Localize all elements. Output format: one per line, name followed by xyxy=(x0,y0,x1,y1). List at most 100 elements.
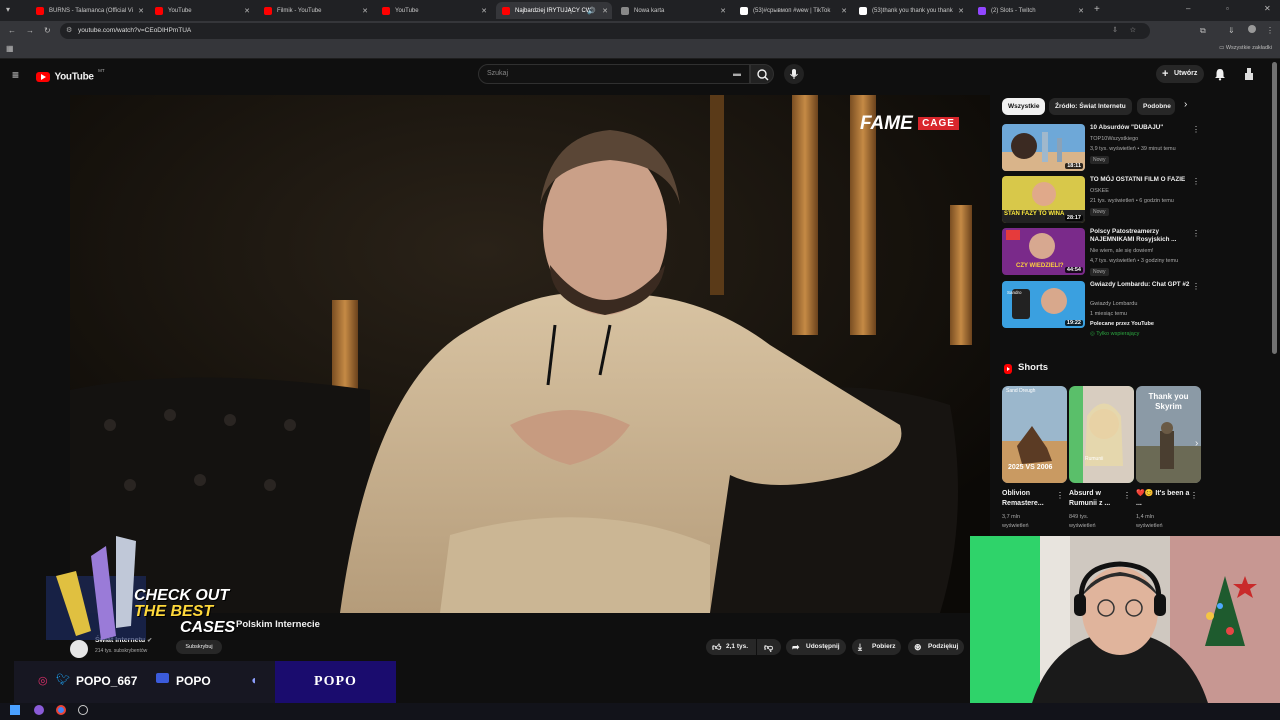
browser-tab[interactable]: Filmik - YouTube ✕ xyxy=(258,2,372,19)
search-button[interactable] xyxy=(750,64,774,84)
close-window-icon[interactable]: ✕ xyxy=(1264,4,1271,13)
short-title[interactable]: Absurd w Rumunii z ... xyxy=(1069,489,1125,509)
taskbar-app-icon[interactable] xyxy=(34,705,44,715)
page-scrollbar[interactable] xyxy=(1272,62,1277,354)
chrome-menu-icon[interactable]: ⋮ xyxy=(1266,26,1274,35)
video-thumbnail: 18:11 xyxy=(1002,124,1085,171)
more-options-icon[interactable]: ⋮ xyxy=(1192,282,1200,291)
video-title[interactable]: 10 Absurdów "DUBAJU" xyxy=(1090,124,1196,132)
browser-tab-active[interactable]: Najbardziej IRYTUJĄCY CW 🔊 ✕ xyxy=(496,2,612,19)
chrome-taskbar-icon[interactable] xyxy=(56,705,66,715)
browser-tab[interactable]: YouTube ✕ xyxy=(376,2,491,19)
brand-box: POPO xyxy=(275,661,396,703)
url-field[interactable]: ⚙ youtube.com/watch?v=CEoDIHPmTUA ⇩ ☆ xyxy=(60,23,1150,39)
notifications-bell-icon[interactable] xyxy=(1213,67,1227,81)
dislike-button[interactable]: 👎︎ xyxy=(757,639,781,655)
more-options-icon[interactable]: ⋮ xyxy=(1192,229,1200,238)
new-tab-icon[interactable]: + xyxy=(1094,4,1100,15)
recommendation-item[interactable]: CZY WIEDZIELI? 44:54 Polscy Patostreamer… xyxy=(1002,228,1202,278)
browser-tab[interactable]: (53)#срывмоп #wew | TikTok ✕ xyxy=(734,2,851,19)
address-bar-row: ← → ↻ ⚙ youtube.com/watch?v=CEoDIHPmTUA … xyxy=(0,21,1280,41)
short-thumbnail[interactable]: Rumunii xyxy=(1069,386,1134,483)
forward-icon[interactable]: → xyxy=(26,26,34,35)
channel-name[interactable]: Gwiazdy Lombardu xyxy=(1090,299,1137,309)
close-tab-icon[interactable]: ✕ xyxy=(138,7,144,15)
close-tab-icon[interactable]: ✕ xyxy=(958,7,964,15)
recommendation-item[interactable]: Sandro 19:22 Gwiazdy Lombardu: Chat GPT … xyxy=(1002,281,1202,341)
thumbs-up-icon: 👍︎ xyxy=(712,642,722,652)
recommendation-item[interactable]: STAN FAZY TO WINA 28:17 TO MÓJ OSTATNI F… xyxy=(1002,176,1202,226)
more-options-icon[interactable]: ⋮ xyxy=(1192,125,1200,134)
all-bookmarks-link[interactable]: ▭ Wszystkie zakładki xyxy=(1219,45,1272,51)
close-tab-icon[interactable]: ✕ xyxy=(362,7,368,15)
close-tab-icon[interactable]: ✕ xyxy=(1078,7,1084,15)
short-more-options-icon[interactable]: ⋮ xyxy=(1123,491,1131,500)
search-input[interactable]: Szukaj ▬ xyxy=(478,64,750,84)
close-tab-icon[interactable]: ✕ xyxy=(602,7,608,15)
video-title[interactable]: Polscy Patostreamerzy NAJEMNIKAMI Rosyjs… xyxy=(1090,228,1196,244)
extensions-icon[interactable]: ⧉ xyxy=(1200,26,1206,36)
fame-logo: FAME CAGE xyxy=(860,113,959,135)
youtube-logo[interactable]: YouTube MT xyxy=(36,68,105,86)
close-tab-icon[interactable]: ✕ xyxy=(244,7,250,15)
download-button[interactable]: ⤓ Pobierz xyxy=(852,639,902,655)
hamburger-menu-icon[interactable]: ≡ xyxy=(12,68,19,82)
start-menu-icon[interactable] xyxy=(10,705,20,715)
taskbar-app-icon[interactable] xyxy=(78,705,88,715)
apps-grid-icon[interactable]: ▦ xyxy=(6,44,14,53)
tab-label: BURNS - Talamanca (Official Vi xyxy=(49,7,134,14)
video-thumbnail: CZY WIEDZIELI? 44:54 xyxy=(1002,228,1085,275)
install-icon[interactable]: ⇩ xyxy=(1112,23,1118,39)
thanks-button[interactable]: ⊛ Podziękuj xyxy=(908,639,965,655)
profile-avatar[interactable] xyxy=(1248,25,1256,33)
like-count: 2,1 tys. xyxy=(726,643,749,650)
browser-tab[interactable]: (2) Slots - Twitch ✕ xyxy=(972,2,1088,19)
short-views-label: wyświetleń xyxy=(1002,523,1029,529)
subscribe-button[interactable]: Subskrybuj xyxy=(176,640,222,654)
site-info-icon[interactable]: ⚙ xyxy=(66,23,72,39)
keyboard-icon[interactable]: ▬ xyxy=(733,65,741,83)
video-title[interactable]: TO MÓJ OSTATNI FILM O FAZIE xyxy=(1090,176,1196,184)
channel-name[interactable]: Nie wiem, ale się dowiem! xyxy=(1090,246,1154,256)
chip-all[interactable]: Wszystkie xyxy=(1002,98,1046,115)
reload-icon[interactable]: ↻ xyxy=(44,26,51,35)
download-icon: ⤓ xyxy=(858,642,862,652)
share-button[interactable]: ➦ Udostępnij xyxy=(786,639,846,655)
minimize-icon[interactable]: – xyxy=(1186,4,1190,13)
downloads-icon[interactable]: ⇓ xyxy=(1228,26,1235,35)
short-thumbnail[interactable]: Thank you Skyrim xyxy=(1136,386,1201,483)
chip-similar[interactable]: Podobne xyxy=(1137,98,1175,115)
browser-tab[interactable]: (53)thank you thank you thank ✕ xyxy=(853,2,968,19)
short-more-options-icon[interactable]: ⋮ xyxy=(1190,491,1198,500)
tab-search-icon[interactable]: ▾ xyxy=(6,5,10,14)
close-tab-icon[interactable]: ✕ xyxy=(841,7,847,15)
channel-name[interactable]: OSKEE xyxy=(1090,186,1109,196)
video-title[interactable]: Gwiazdy Lombardu: Chat GPT #2 xyxy=(1090,281,1196,289)
create-button[interactable]: + Utwórz xyxy=(1156,65,1204,83)
video-title: Polskim Internecie xyxy=(236,619,320,630)
short-title[interactable]: Oblivion Remastere... xyxy=(1002,489,1058,509)
close-tab-icon[interactable]: ✕ xyxy=(481,7,487,15)
speaker-icon[interactable]: 🔊 xyxy=(587,7,596,15)
browser-tab[interactable]: Nowa karta ✕ xyxy=(615,2,730,19)
browser-tab[interactable]: YouTube ✕ xyxy=(149,2,254,19)
short-title[interactable]: ❤️😊 It's been a ... xyxy=(1136,489,1192,509)
like-button[interactable]: 👍︎ 2,1 tys. xyxy=(706,639,756,655)
new-badge: Nowy xyxy=(1090,156,1109,164)
more-options-icon[interactable]: ⋮ xyxy=(1192,177,1200,186)
shorts-next-chevron-icon[interactable]: › xyxy=(1195,438,1198,449)
channel-avatar[interactable] xyxy=(70,640,88,658)
short-more-options-icon[interactable]: ⋮ xyxy=(1056,491,1064,500)
back-icon[interactable]: ← xyxy=(8,26,16,35)
close-tab-icon[interactable]: ✕ xyxy=(720,7,726,15)
chips-next-chevron-icon[interactable]: › xyxy=(1184,99,1187,110)
recommendation-item[interactable]: 18:11 10 Absurdów "DUBAJU" TOP10Wszystki… xyxy=(1002,124,1202,174)
short-thumbnail[interactable]: Sand Dreugh 2025 VS 2006 xyxy=(1002,386,1067,483)
account-avatar[interactable] xyxy=(1243,67,1255,81)
bookmark-star-icon[interactable]: ☆ xyxy=(1130,23,1136,39)
maximize-icon[interactable]: ▫ xyxy=(1226,4,1229,13)
browser-tab[interactable]: BURNS - Talamanca (Official Vi ✕ xyxy=(30,2,148,19)
chip-source[interactable]: Źródło: Świat Internetu xyxy=(1049,98,1132,115)
voice-search-button[interactable] xyxy=(784,64,804,84)
channel-name[interactable]: TOP10Wszystkiego xyxy=(1090,134,1138,144)
